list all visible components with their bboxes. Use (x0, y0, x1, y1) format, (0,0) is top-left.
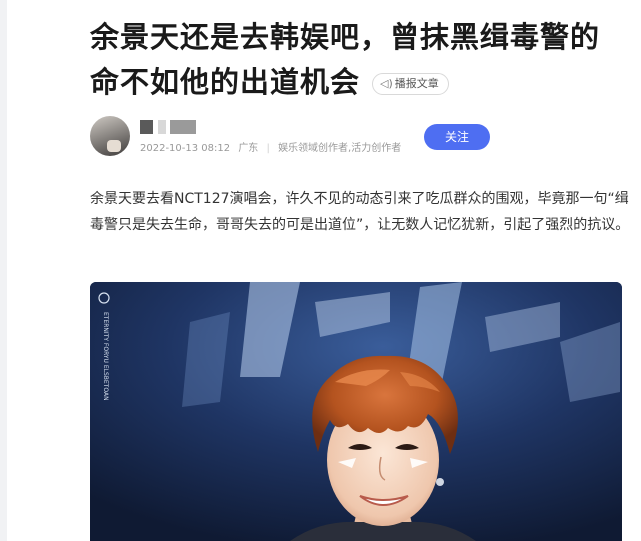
article-title-line-2: 命不如他的出道机会 ◁) 播报文章 (90, 60, 630, 105)
follow-button[interactable]: 关注 (424, 124, 490, 150)
publish-region: 广东 (238, 143, 259, 154)
photo-watermark: ETERNITY FORYU ELSBETOAN (102, 312, 109, 401)
article-title: 余景天还是去韩娱吧，曾抹黑缉毒警的 命不如他的出道机会 ◁) 播报文章 (90, 15, 630, 105)
broadcast-button[interactable]: ◁) 播报文章 (372, 73, 449, 95)
broadcast-label: 播报文章 (394, 77, 439, 90)
article-photo: ETERNITY FORYU ELSBETOAN (90, 282, 622, 541)
speaker-icon: ◁) (380, 77, 393, 90)
author-avatar[interactable] (90, 116, 130, 156)
author-meta: 2022-10-13 08:12 广东 | 娱乐领域创作者,活力创作者 (140, 139, 401, 154)
page-left-rule (0, 0, 7, 541)
article-paragraph: 余景天要去看NCT127演唱会，许久不见的动态引来了吃瓜群众的围观，毕竟那一句“… (90, 191, 630, 233)
author-name-redacted[interactable] (140, 120, 196, 135)
meta-divider: | (266, 143, 270, 154)
publish-date: 2022-10-13 08:12 (140, 143, 231, 154)
article-title-line-1: 余景天还是去韩娱吧，曾抹黑缉毒警的 (90, 20, 601, 54)
author-credentials: 娱乐领域创作者,活力创作者 (278, 143, 402, 154)
article-title-line-2-text: 命不如他的出道机会 (90, 65, 361, 99)
